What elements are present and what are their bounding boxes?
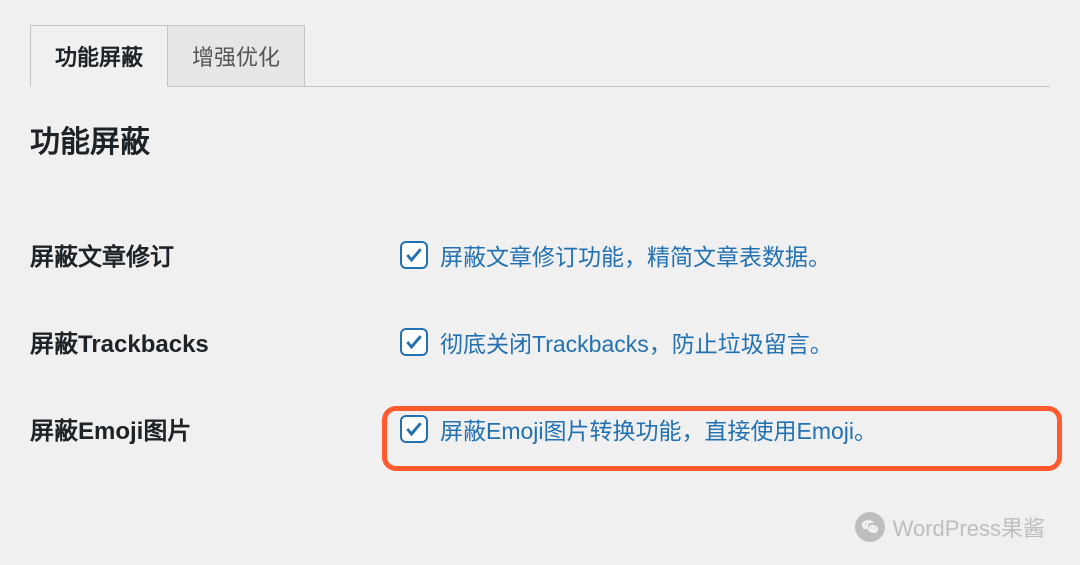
setting-row-revisions: 屏蔽文章修订 屏蔽文章修订功能，精简文章表数据。 [30,211,1050,298]
checkbox-label[interactable]: 屏蔽Emoji图片转换功能，直接使用Emoji。 [440,412,877,446]
tab-feature-block[interactable]: 功能屏蔽 [30,25,168,87]
settings-list: 屏蔽文章修订 屏蔽文章修订功能，精简文章表数据。 屏蔽Trackbacks 彻底… [30,211,1050,472]
wechat-icon [855,512,885,542]
setting-row-emoji: 屏蔽Emoji图片 屏蔽Emoji图片转换功能，直接使用Emoji。 [30,385,1050,472]
page-title: 功能屏蔽 [30,117,1050,161]
checkbox-trackbacks[interactable] [400,328,428,356]
checkbox-label[interactable]: 彻底关闭Trackbacks，防止垃圾留言。 [440,325,833,359]
check-icon [404,332,424,352]
watermark-text: WordPress果酱 [893,511,1045,543]
check-icon [404,419,424,439]
tabs: 功能屏蔽 增强优化 [30,25,1050,87]
checkbox-emoji[interactable] [400,415,428,443]
checkbox-revisions[interactable] [400,241,428,269]
watermark: WordPress果酱 [855,511,1045,543]
tab-enhance-optimize[interactable]: 增强优化 [167,25,305,86]
setting-label: 屏蔽Trackbacks [30,324,400,359]
setting-label: 屏蔽文章修订 [30,237,400,272]
setting-row-trackbacks: 屏蔽Trackbacks 彻底关闭Trackbacks，防止垃圾留言。 [30,298,1050,385]
check-icon [404,245,424,265]
checkbox-label[interactable]: 屏蔽文章修订功能，精简文章表数据。 [440,238,831,272]
setting-label: 屏蔽Emoji图片 [30,411,400,446]
